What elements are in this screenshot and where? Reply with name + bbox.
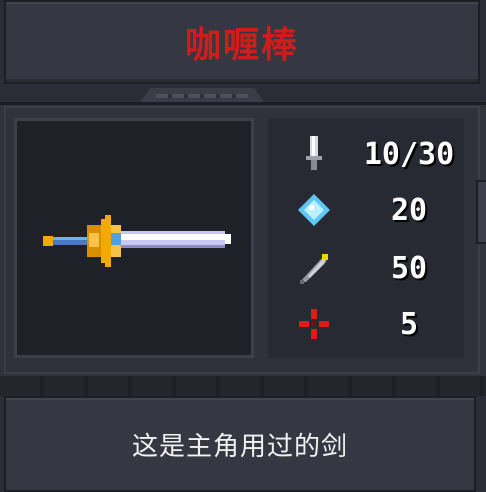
stat-row-speed: 50 [268,248,464,288]
stat-row-mana: 20 [268,190,464,230]
feather-speed-icon [294,248,334,288]
mana-crystal-icon [294,190,334,230]
stat-speed-value: 50 [390,250,428,286]
title-panel: 咖喱棒 [4,0,480,84]
weapon-preview [14,118,254,358]
crosshair-crit-icon [294,304,334,344]
stat-damage-value: 10/30 [363,136,455,172]
sword-damage-icon [294,134,334,174]
panel-connector-detail [156,94,248,98]
panel-edge [476,180,486,244]
stat-crit-value: 5 [399,306,419,342]
stat-row-crit: 5 [268,304,464,344]
description-panel: 这是主角用过的剑 [4,396,476,492]
item-description: 这是主角用过的剑 [131,431,348,462]
divider-strip [0,376,486,396]
item-name: 咖喱棒 [184,25,299,66]
stat-row-damage: 10/30 [268,134,464,174]
stats-panel: 10/30 20 50 5 [268,118,464,358]
stat-mana-value: 20 [390,192,428,228]
sword-sprite-icon [43,215,231,267]
item-info-window: 咖喱棒 10/30 20 50 5 这是主角用过的剑 [0,0,486,492]
